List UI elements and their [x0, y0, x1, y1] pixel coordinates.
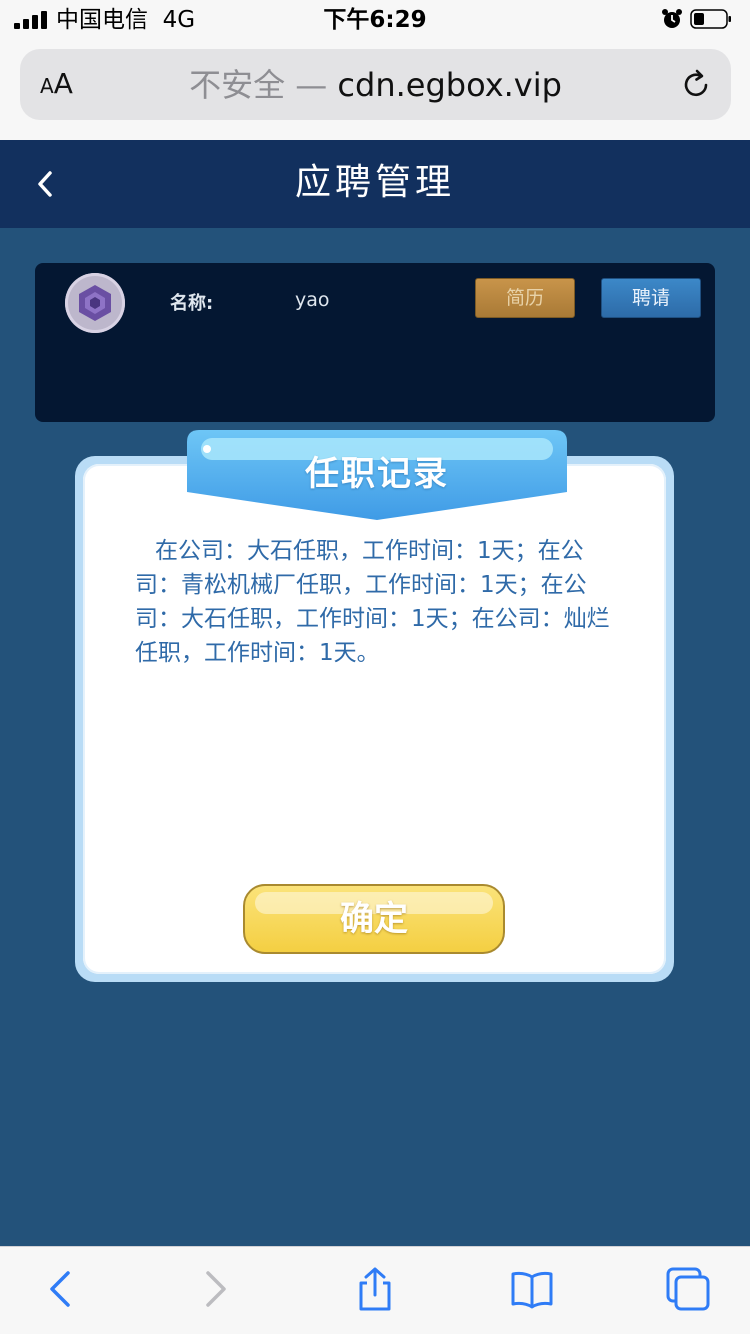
reload-icon[interactable]	[678, 67, 714, 103]
alarm-clock-icon	[662, 9, 682, 28]
share-icon[interactable]	[353, 1267, 397, 1311]
confirm-button[interactable]: 确定	[243, 884, 505, 954]
bookmarks-icon[interactable]	[510, 1267, 554, 1311]
confirm-label: 确定	[340, 899, 408, 939]
resume-button[interactable]: 简历	[475, 278, 575, 318]
forward-arrow-icon[interactable]	[194, 1267, 238, 1311]
address-bar[interactable]: AA 不安全 — cdn.egbox.vip	[20, 49, 731, 120]
avatar	[65, 273, 125, 333]
hire-button[interactable]: 聘请	[601, 278, 701, 318]
employment-record-dialog: 在公司：大石任职，工作时间：1天；在公司：青松机械厂任职，工作时间：1天；在公司…	[75, 430, 674, 982]
employment-record-text: 在公司：大石任职，工作时间：1天；在公司：青松机械厂任职，工作时间：1天；在公司…	[135, 538, 610, 666]
page-title: 应聘管理	[294, 162, 455, 203]
hexagon-gem-icon	[79, 285, 111, 321]
battery-icon	[690, 9, 731, 29]
browser-address-area: AA 不安全 — cdn.egbox.vip	[0, 40, 750, 140]
back-arrow-icon[interactable]	[38, 1267, 82, 1311]
status-bar: 中国电信 4G 下午6:29	[0, 0, 750, 40]
dialog-panel: 在公司：大石任职，工作时间：1天；在公司：青松机械厂任职，工作时间：1天；在公司…	[83, 464, 666, 974]
applicant-card: 名称: yao 简历 聘请	[35, 263, 715, 422]
url-domain: cdn.egbox.vip	[337, 66, 562, 104]
browser-toolbar	[0, 1246, 750, 1334]
insecure-warning: 不安全 —	[189, 66, 328, 104]
name-value: yao	[295, 289, 330, 311]
url-display[interactable]: 不安全 — cdn.egbox.vip	[20, 66, 731, 104]
status-time: 下午6:29	[323, 7, 427, 33]
tabs-icon[interactable]	[666, 1267, 710, 1311]
name-label: 名称:	[170, 293, 214, 314]
app-header: 应聘管理	[0, 140, 750, 228]
dialog-title: 任职记录	[305, 454, 449, 494]
